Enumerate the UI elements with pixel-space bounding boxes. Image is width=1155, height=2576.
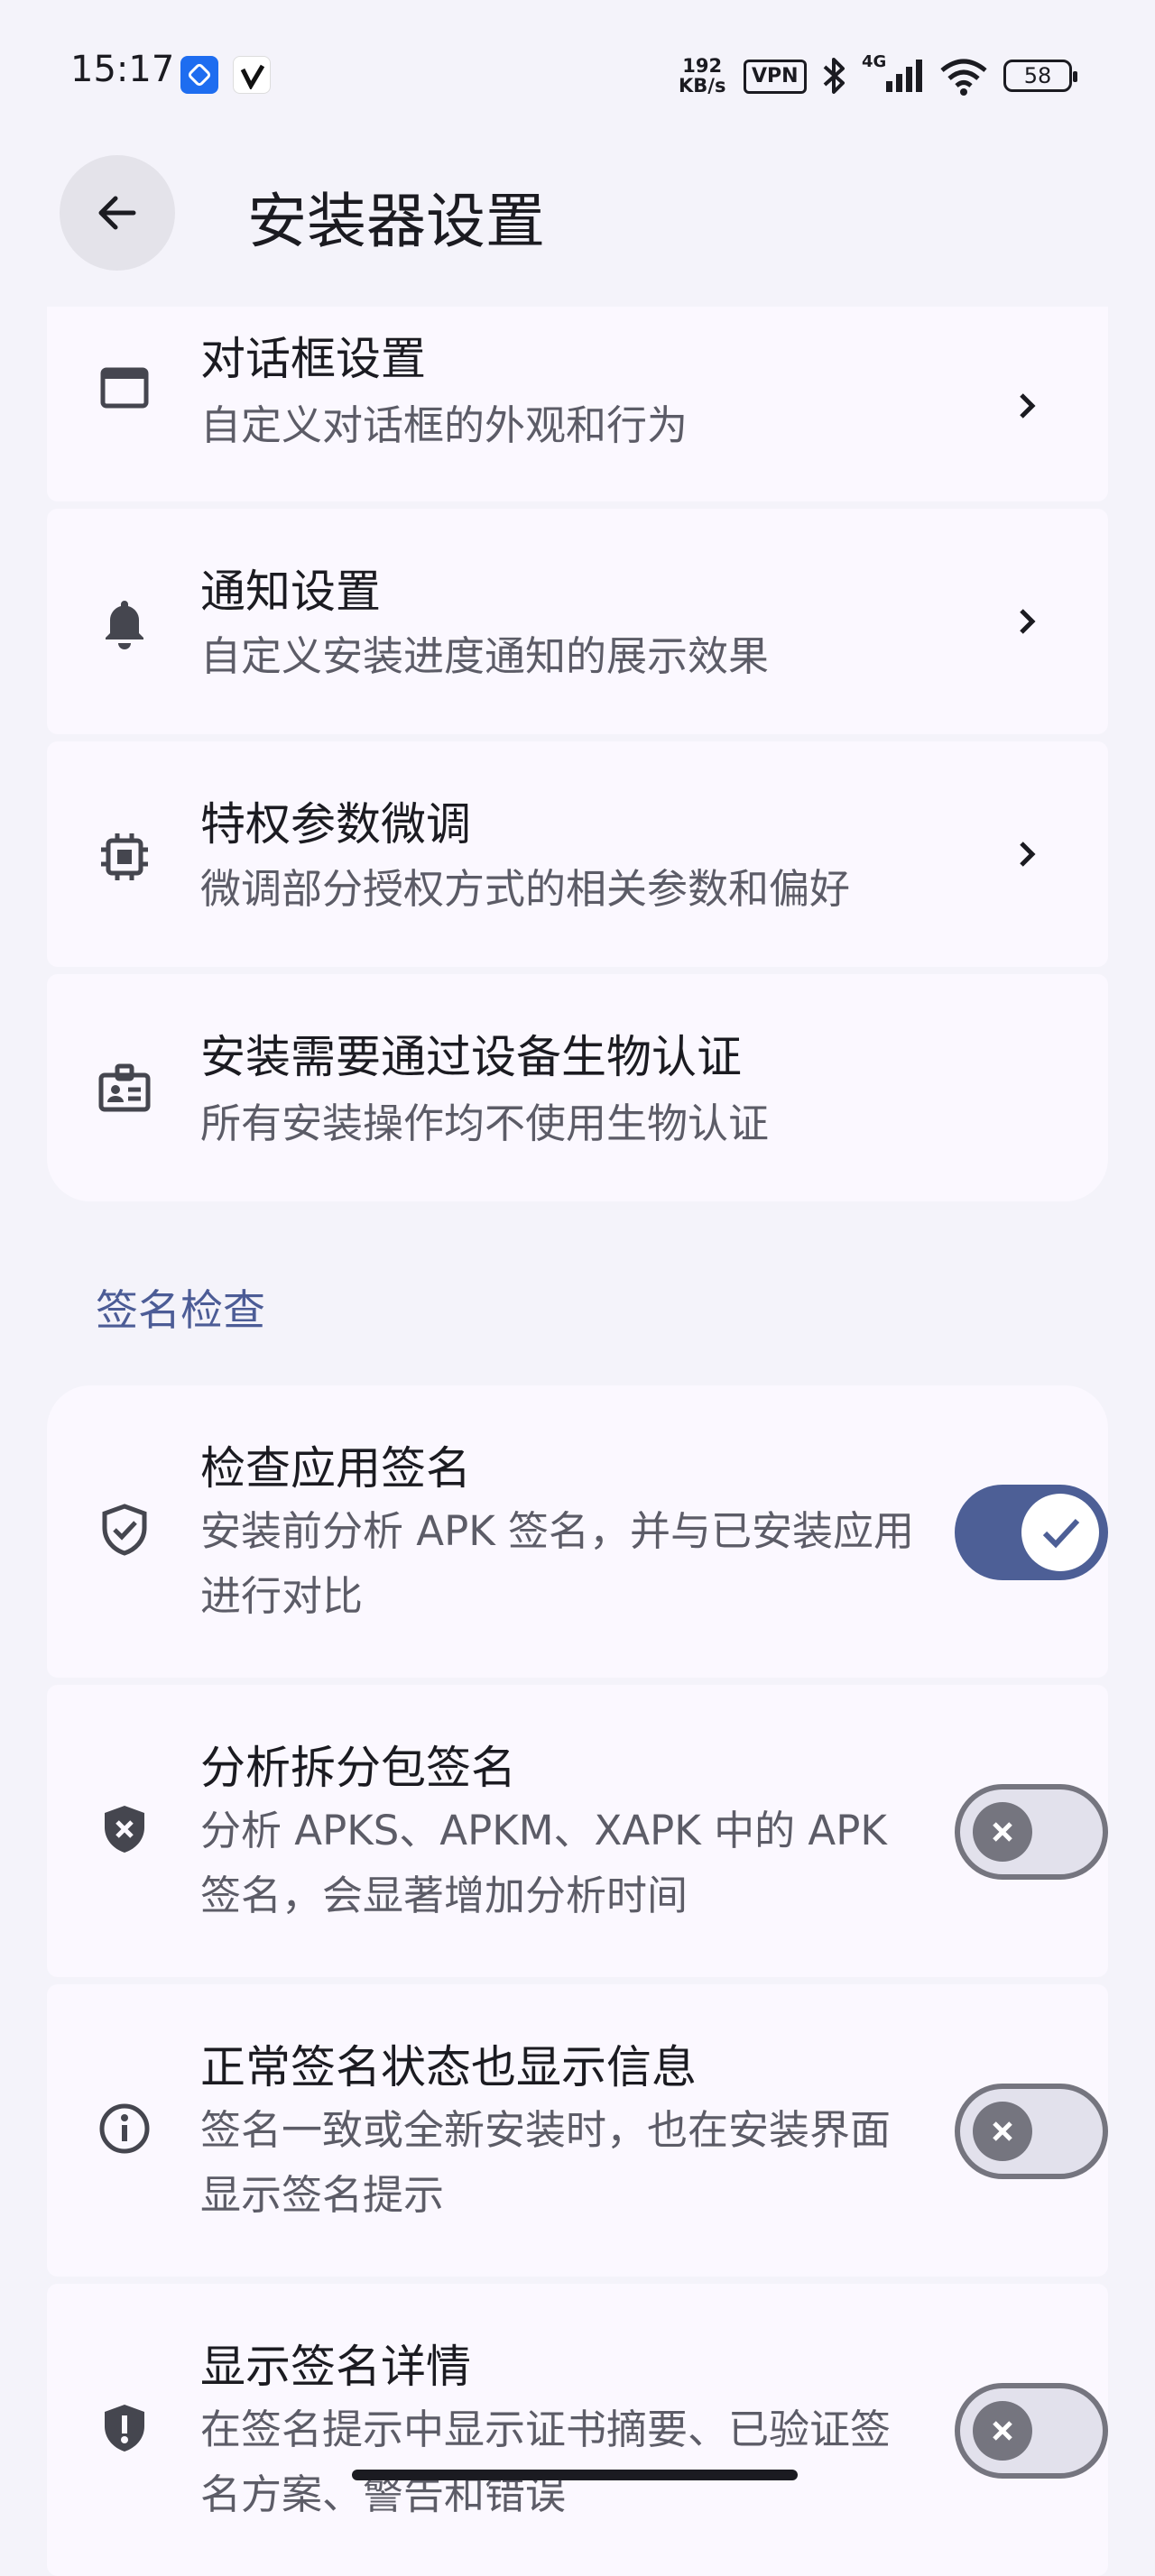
status-time: 15:17 — [70, 49, 175, 90]
wifi-icon — [940, 59, 987, 96]
settings-item-title: 通知设置 — [200, 566, 381, 618]
badge-id-icon — [98, 1063, 151, 1112]
shield-alert-icon — [105, 2405, 144, 2452]
settings-item-title: 正常签名状态也显示信息 — [200, 2041, 697, 2093]
bluetooth-icon — [823, 58, 845, 94]
bell-icon — [106, 601, 143, 649]
settings-item-subtitle: 自定义安装进度通知的展示效果 — [200, 632, 770, 680]
status-bar: 15:17 192 KB/s VPN 4G 58 — [0, 0, 1155, 153]
arrow-back-icon — [98, 196, 136, 230]
chevron-right-icon — [1020, 842, 1036, 867]
settings-item-dialog[interactable]: 对话框设置 自定义对话框的外观和行为 — [47, 307, 1108, 501]
close-icon — [993, 1822, 1012, 1842]
settings-item-title: 对话框设置 — [200, 333, 426, 385]
settings-item-subtitle: 所有安装操作均不使用生物认证 — [200, 1099, 770, 1147]
settings-item-title: 安装需要通过设备生物认证 — [200, 1031, 742, 1083]
settings-item-normal-signature-info[interactable]: 正常签名状态也显示信息 签名一致或全新安装时，也在安装界面显示签名提示 — [47, 1984, 1108, 2277]
shield-x-icon — [105, 1806, 144, 1853]
settings-item-title: 检查应用签名 — [200, 1442, 471, 1495]
settings-item-split-signature[interactable]: 分析拆分包签名 分析 APKS、APKM、XAPK 中的 APK 签名，会显著增… — [47, 1685, 1108, 1977]
page-title: 安装器设置 — [247, 187, 545, 256]
shield-check-icon — [102, 1504, 147, 1556]
chip-icon — [101, 833, 148, 880]
check-icon — [1042, 1518, 1080, 1549]
settings-item-title: 分析拆分包签名 — [200, 1742, 516, 1794]
settings-item-biometric[interactable]: 安装需要通过设备生物认证 所有安装操作均不使用生物认证 — [47, 974, 1108, 1201]
app-notification-icon-2 — [233, 56, 271, 94]
settings-item-title: 显示签名详情 — [200, 2341, 471, 2393]
cellular-signal-icon — [886, 60, 922, 92]
settings-item-subtitle: 微调部分授权方式的相关参数和偏好 — [200, 865, 851, 913]
toggle-normal-signature-info[interactable] — [955, 2084, 1108, 2179]
chevron-right-icon — [1020, 393, 1036, 419]
settings-item-subtitle: 安装前分析 APK 签名，并与已安装应用进行对比 — [200, 1507, 915, 1620]
info-circle-icon — [99, 2103, 150, 2154]
close-icon — [993, 2121, 1012, 2141]
settings-item-privilege[interactable]: 特权参数微调 微调部分授权方式的相关参数和偏好 — [47, 741, 1108, 967]
close-icon — [993, 2421, 1012, 2441]
toggle-check-signature[interactable] — [955, 1485, 1108, 1580]
settings-item-subtitle: 在签名提示中显示证书摘要、已验证签名方案、警告和错误 — [200, 2406, 892, 2518]
gesture-navigation-bar[interactable] — [352, 2470, 798, 2480]
settings-item-subtitle: 自定义对话框的外观和行为 — [200, 401, 688, 449]
toggle-signature-details[interactable] — [955, 2383, 1108, 2479]
back-button[interactable] — [60, 155, 175, 271]
network-speed: 192 KB/s — [679, 55, 726, 97]
battery-icon: 58 — [1003, 60, 1077, 92]
settings-item-title: 特权参数微调 — [200, 798, 471, 851]
chevron-right-icon — [1020, 609, 1036, 634]
toggle-split-signature[interactable] — [955, 1784, 1108, 1880]
settings-item-check-signature[interactable]: 检查应用签名 安装前分析 APK 签名，并与已安装应用进行对比 — [47, 1385, 1108, 1678]
vpn-icon: VPN — [744, 60, 807, 94]
settings-item-subtitle: 分析 APKS、APKM、XAPK 中的 APK 签名，会显著增加分析时间 — [200, 1807, 887, 1919]
settings-item-signature-details[interactable]: 显示签名详情 在签名提示中显示证书摘要、已验证签名方案、警告和错误 — [47, 2284, 1108, 2576]
settings-item-notification[interactable]: 通知设置 自定义安装进度通知的展示效果 — [47, 509, 1108, 734]
settings-item-subtitle: 签名一致或全新安装时，也在安装界面显示签名提示 — [200, 2106, 892, 2219]
app-notification-icon — [180, 56, 218, 94]
section-title-signature: 签名检查 — [96, 1286, 265, 1336]
dialog-window-icon — [100, 367, 149, 409]
